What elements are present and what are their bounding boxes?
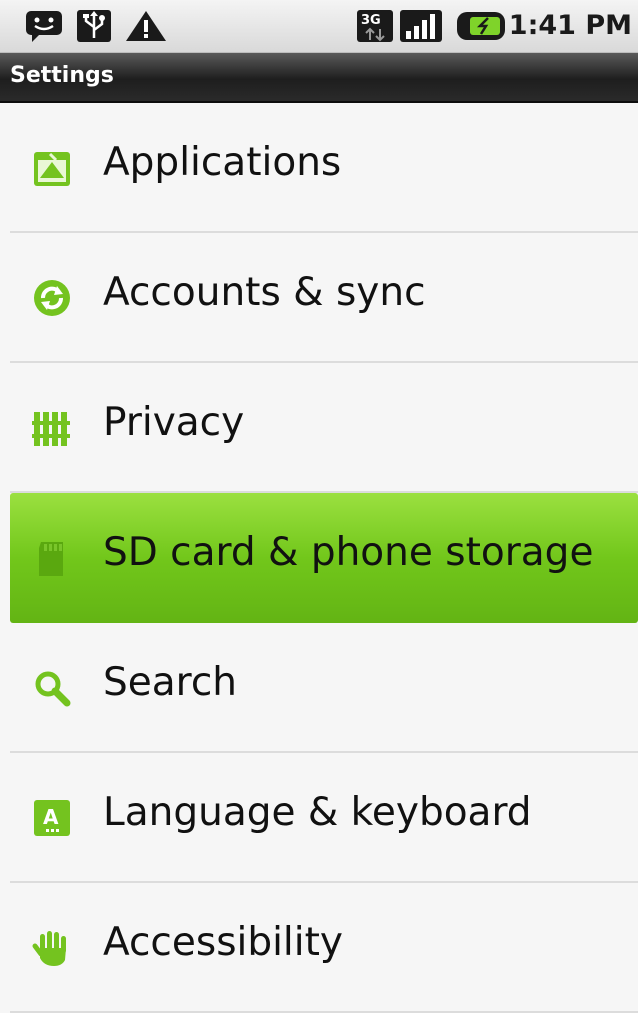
settings-item-label: Applications — [103, 140, 342, 185]
settings-item-sd-card-storage[interactable]: SD card & phone storage — [10, 493, 638, 623]
settings-item-label: Search — [103, 660, 237, 705]
settings-item-label: Accounts & sync — [103, 270, 426, 315]
settings-item-privacy[interactable]: Privacy — [10, 363, 638, 493]
svg-text:A: A — [43, 805, 59, 829]
settings-item-label: Language & keyboard — [103, 790, 532, 835]
settings-item-label: SD card & phone storage — [103, 530, 594, 575]
signal-icon — [399, 9, 443, 43]
messaging-icon — [24, 9, 64, 43]
status-time: 1:41 PM — [508, 10, 632, 41]
settings-list: Applications Accounts & sync Privacy SD … — [0, 103, 638, 1013]
svg-text:3G: 3G — [361, 13, 381, 28]
settings-item-language-keyboard[interactable]: A Language & keyboard — [10, 753, 638, 883]
applications-icon — [30, 146, 74, 190]
hand-icon — [30, 926, 74, 970]
warning-icon — [124, 9, 168, 43]
sd-card-icon — [30, 536, 74, 580]
sync-icon — [30, 276, 74, 320]
usb-icon — [76, 9, 112, 43]
settings-item-applications[interactable]: Applications — [10, 103, 638, 233]
settings-item-accounts-sync[interactable]: Accounts & sync — [10, 233, 638, 363]
title-bar: Settings — [0, 53, 638, 103]
settings-item-label: Accessibility — [103, 920, 343, 965]
page-title: Settings — [10, 63, 114, 88]
3g-data-icon: 3G — [356, 9, 394, 43]
battery-charging-icon — [456, 9, 506, 43]
fence-icon — [30, 406, 74, 450]
settings-item-accessibility[interactable]: Accessibility — [10, 883, 638, 1013]
search-icon — [30, 666, 74, 710]
settings-item-label: Privacy — [103, 400, 245, 445]
keyboard-icon: A — [30, 796, 74, 840]
settings-item-search[interactable]: Search — [10, 623, 638, 753]
status-bar: 3G 1:41 PM — [0, 0, 638, 53]
